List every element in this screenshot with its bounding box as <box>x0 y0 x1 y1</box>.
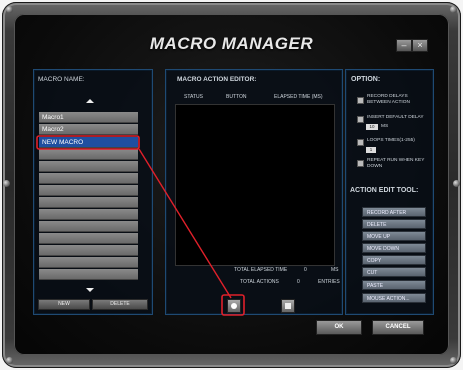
delete-macro-button[interactable]: DELETE <box>92 299 148 310</box>
rivet-decoration <box>453 180 460 187</box>
record-delays-checkbox[interactable] <box>357 97 364 104</box>
delete-action-button[interactable]: DELETE <box>362 219 426 229</box>
column-header-button: BUTTON <box>226 94 247 100</box>
total-actions-label: TOTAL ACTIONS <box>240 279 279 285</box>
total-elapsed-label: TOTAL ELAPSED TIME <box>234 267 288 273</box>
list-item[interactable] <box>39 257 138 268</box>
delay-unit: MS <box>381 124 389 129</box>
insert-default-delay-label: INSERT DEFAULT DELAY <box>367 115 424 120</box>
list-item[interactable] <box>39 161 138 172</box>
list-item[interactable] <box>39 185 138 196</box>
mouse-action-button[interactable]: MOUSE ACTION... <box>362 293 426 303</box>
record-button[interactable] <box>227 299 241 313</box>
stop-button[interactable] <box>281 299 295 313</box>
delay-input[interactable]: 10 <box>366 124 378 130</box>
loops-input[interactable]: 1 <box>366 147 376 153</box>
macro-name-title: MACRO NAME: <box>38 76 85 83</box>
rivet-decoration <box>6 357 13 364</box>
list-item[interactable] <box>39 197 138 208</box>
move-up-button[interactable]: MOVE UP <box>362 231 426 241</box>
list-item-selected[interactable]: NEW MACRO <box>39 137 138 148</box>
rivet-decoration <box>3 180 10 187</box>
window-title: MACRO MANAGER <box>149 34 314 53</box>
list-item[interactable] <box>39 173 138 184</box>
column-header-status: STATUS <box>184 94 203 100</box>
list-item[interactable] <box>39 221 138 232</box>
total-actions-unit: ENTRIES <box>318 279 340 285</box>
ok-button[interactable]: OK <box>316 320 362 335</box>
stop-icon <box>285 303 291 309</box>
repeat-run-label: REPEAT RUN WHEN KEY DOWN <box>367 158 425 169</box>
list-item[interactable]: Macro2 <box>39 124 138 135</box>
close-icon[interactable]: × <box>412 39 428 52</box>
record-delays-label: RECORD DELAYS BETWEEN ACTION <box>367 94 410 105</box>
list-item[interactable]: Macro1 <box>39 112 138 123</box>
cut-button[interactable]: CUT <box>362 267 426 277</box>
copy-button[interactable]: COPY <box>362 255 426 265</box>
option-title: OPTION: <box>351 76 381 83</box>
scroll-down-arrow-icon[interactable] <box>86 288 94 292</box>
editor-title: MACRO ACTION EDITOR: <box>177 76 257 83</box>
action-list[interactable] <box>175 104 335 266</box>
list-item[interactable] <box>39 245 138 256</box>
new-macro-button[interactable]: NEW <box>38 299 90 310</box>
scroll-up-arrow-icon[interactable] <box>86 99 94 103</box>
column-header-elapsed: ELAPSED TIME (MS) <box>274 94 323 100</box>
move-down-button[interactable]: MOVE DOWN <box>362 243 426 253</box>
insert-default-delay-checkbox[interactable] <box>357 116 364 123</box>
list-item[interactable] <box>39 233 138 244</box>
rivet-decoration <box>6 6 13 13</box>
list-item[interactable] <box>39 149 138 160</box>
rivet-decoration <box>450 357 457 364</box>
list-item[interactable] <box>39 209 138 220</box>
list-item[interactable] <box>39 269 138 280</box>
loops-times-checkbox[interactable] <box>357 139 364 146</box>
record-icon <box>231 303 237 309</box>
minimize-icon[interactable]: – <box>396 39 412 52</box>
total-elapsed-unit: MS <box>331 267 339 273</box>
cancel-button[interactable]: CANCEL <box>372 320 424 335</box>
total-actions-value: 0 <box>297 279 300 285</box>
action-edit-tool-title: ACTION EDIT TOOL: <box>350 187 419 194</box>
repeat-run-checkbox[interactable] <box>357 160 364 167</box>
record-after-button[interactable]: RECORD AFTER <box>362 207 426 217</box>
paste-button[interactable]: PASTE <box>362 280 426 290</box>
loops-times-label: LOOPS TIMES(1-255) <box>367 138 415 143</box>
total-elapsed-value: 0 <box>304 267 307 273</box>
rivet-decoration <box>450 6 457 13</box>
